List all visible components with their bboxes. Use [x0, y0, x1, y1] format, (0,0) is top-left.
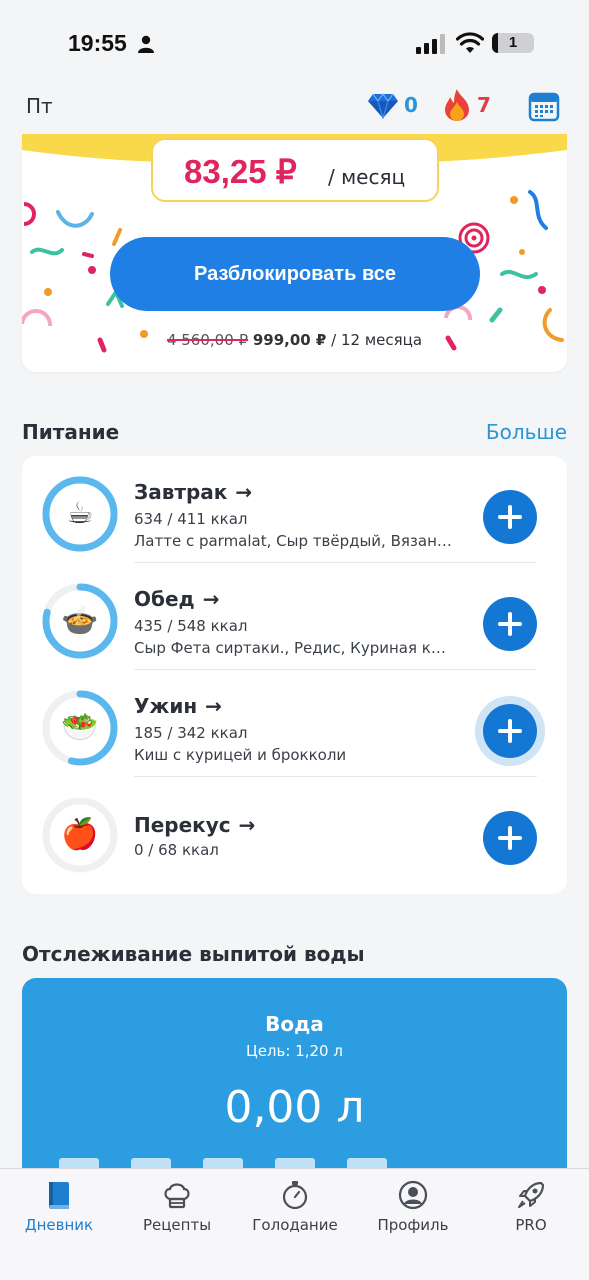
- add-snack-button[interactable]: [483, 811, 537, 865]
- coffee-icon: ☕: [66, 496, 94, 531]
- meal-items: Сыр Фета сиртаки., Редис, Куриная кот…: [134, 639, 452, 657]
- water-title: Вода: [265, 1012, 324, 1036]
- price-period: / месяц: [328, 165, 406, 189]
- gem-count: 0: [404, 93, 418, 117]
- new-price: 999,00 ₽: [252, 331, 327, 349]
- nutrition-title: Питание: [22, 420, 120, 444]
- nav-label: PRO: [515, 1216, 547, 1234]
- arrow-right-icon: →: [205, 694, 222, 718]
- chef-hat-icon: [164, 1183, 190, 1209]
- calendar-icon[interactable]: [528, 90, 560, 122]
- nav-label: Голодание: [252, 1216, 338, 1234]
- meal-name[interactable]: Обед →: [134, 587, 219, 611]
- water-amount: 0,00 л: [224, 1082, 365, 1133]
- salad-icon: 🥗: [61, 710, 99, 745]
- meal-items: Латте с parmalat, Сыр твёрдый, Вязанка…: [134, 532, 452, 550]
- stopwatch-icon: [282, 1181, 308, 1210]
- nav-label: Дневник: [24, 1216, 94, 1234]
- arrow-right-icon: →: [202, 587, 220, 611]
- meal-kcal: 0 / 68 ккал: [134, 841, 219, 859]
- meal-row-lunch[interactable]: 🍲 Обед → 435 / 548 ккал Сыр Фета сиртаки.…: [22, 563, 567, 670]
- nav-item-recipes[interactable]: Рецепты: [118, 1169, 236, 1249]
- promo-card: 83,25 ₽ / месяц Разблокировать все 4 560…: [22, 134, 567, 372]
- unlock-all-button[interactable]: Разблокировать все: [110, 237, 480, 311]
- price-box: 83,25 ₽ / месяц: [151, 138, 439, 202]
- top-bar: Пт 0 7: [0, 80, 589, 134]
- meal-row-snack[interactable]: 🍎 Перекус → 0 / 68 ккал: [22, 777, 567, 884]
- nav-item-pro[interactable]: PRO: [472, 1169, 589, 1249]
- bottom-nav: Дневник Рецепты Голодание Профиль PRO: [0, 1168, 589, 1280]
- price-value: 83,25 ₽: [184, 153, 297, 190]
- apple-icon: 🍎: [61, 817, 99, 852]
- nav-item-diary[interactable]: Дневник: [0, 1169, 118, 1249]
- arrow-right-icon: →: [235, 480, 253, 504]
- rocket-icon: [518, 1181, 545, 1208]
- meal-kcal: 435 / 548 ккал: [134, 617, 248, 635]
- soup-icon: 🍲: [61, 603, 99, 638]
- price-duration: / 12 месяца: [331, 331, 423, 349]
- wifi-icon: [456, 32, 484, 53]
- nav-item-profile[interactable]: Профиль: [354, 1169, 472, 1249]
- arrow-right-icon: →: [238, 813, 256, 837]
- meal-kcal: 185 / 342 ккал: [134, 724, 248, 742]
- fire-icon[interactable]: [442, 88, 472, 122]
- nav-label: Рецепты: [142, 1216, 212, 1234]
- meals-card: ☕ Завтрак → 634 / 411 ккал Латте с parmal…: [22, 456, 567, 894]
- nav-label: Профиль: [377, 1216, 449, 1234]
- meal-name[interactable]: Перекус →: [134, 813, 255, 837]
- old-price: 4 560,00 ₽: [166, 331, 249, 349]
- more-link[interactable]: Больше: [486, 420, 567, 444]
- nav-item-fasting[interactable]: Голодание: [236, 1169, 354, 1249]
- meal-row-breakfast[interactable]: ☕ Завтрак → 634 / 411 ккал Латте с parmal…: [22, 456, 567, 563]
- annual-price-line: 4 560,00 ₽ 999,00 ₽ / 12 месяца: [22, 331, 567, 349]
- water-goal: Цель: 1,20 л: [246, 1042, 343, 1060]
- meal-items: Киш с курицей и брокколи: [134, 746, 347, 764]
- profile-icon: [398, 1180, 428, 1210]
- meal-row-dinner[interactable]: 🥗 Ужин → 185 / 342 ккал Киш с курицей и б…: [22, 670, 567, 777]
- status-time: 19:55: [68, 30, 127, 56]
- day-label: Пт: [26, 94, 53, 118]
- water-section-title: Отслеживание выпитой воды: [22, 942, 365, 966]
- meal-kcal: 634 / 411 ккал: [134, 510, 248, 528]
- status-bar: 19:55 1: [0, 0, 589, 80]
- battery-indicator: 1: [492, 33, 534, 53]
- signal-icon: [416, 34, 445, 54]
- meal-name[interactable]: Ужин →: [134, 694, 222, 718]
- diary-icon: [49, 1182, 69, 1210]
- person-icon: [138, 35, 154, 53]
- meal-name[interactable]: Завтрак →: [134, 480, 252, 504]
- add-dinner-button[interactable]: [483, 704, 537, 758]
- add-breakfast-button[interactable]: [483, 490, 537, 544]
- add-lunch-button[interactable]: [483, 597, 537, 651]
- gem-icon[interactable]: [367, 93, 399, 119]
- streak-count: 7: [477, 93, 491, 117]
